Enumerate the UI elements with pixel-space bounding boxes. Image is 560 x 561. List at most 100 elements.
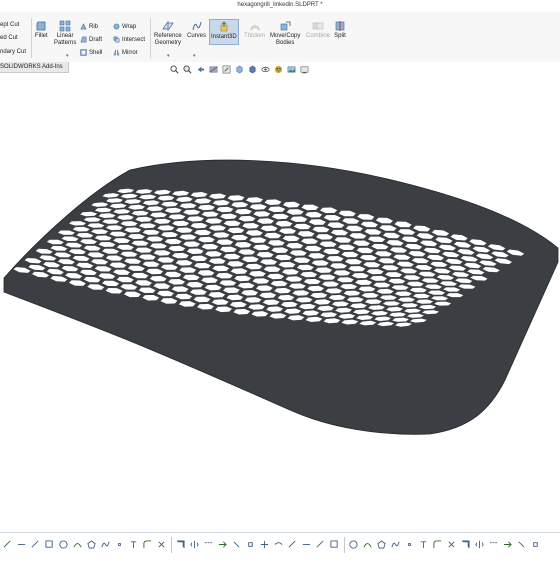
offset-icon[interactable] (176, 540, 185, 549)
shell-button[interactable]: Shell (80, 49, 102, 56)
mirror-entities-icon[interactable] (190, 540, 199, 549)
ribbon-separator (150, 18, 151, 58)
apply-scene-icon[interactable] (287, 65, 296, 74)
construction-line-icon[interactable] (349, 540, 358, 549)
draft-button[interactable]: Draft (80, 36, 102, 43)
split-button[interactable]: Split (334, 20, 346, 40)
linear-pattern-button[interactable]: Linear Patterns (54, 20, 76, 47)
rib-icon (80, 23, 87, 30)
wrap-button[interactable]: Wrap (113, 23, 136, 30)
check-sketch-icon[interactable] (517, 540, 526, 549)
hide-show-icon[interactable] (261, 65, 270, 74)
swept-cut-label: ept Cut (0, 22, 19, 28)
shell-label: Shell (89, 50, 102, 56)
fillet-button[interactable]: Fillet (35, 20, 48, 40)
mirror-button[interactable]: Mirror (113, 49, 138, 56)
point-icon[interactable] (115, 540, 124, 549)
instant3d-button[interactable]: Instant3D (209, 19, 239, 45)
move-copy-bodies-button[interactable]: Move/Copy Bodies (270, 20, 300, 47)
hexagon-grill-part[interactable] (0, 62, 560, 532)
combine-button[interactable]: Combine (306, 20, 330, 40)
window-title: hexagongrill_linkedin.SLDPRT * (0, 2, 560, 8)
curves-button[interactable]: Curves (187, 20, 206, 40)
graphics-area[interactable] (0, 62, 560, 532)
zoom-to-fit-icon[interactable] (170, 65, 179, 74)
display-relations-icon[interactable] (503, 540, 512, 549)
combine-label: Combine (306, 33, 330, 40)
wrap-icon (113, 23, 120, 30)
edit-appearance-icon[interactable] (274, 65, 283, 74)
split-label: Split (334, 33, 346, 40)
3d-sketch-icon[interactable] (531, 540, 540, 549)
move-entities-icon[interactable] (218, 540, 227, 549)
zoom-area-icon[interactable] (183, 65, 192, 74)
thicken-button[interactable]: Thicken (244, 20, 265, 40)
linear-pattern-dropdown-icon[interactable]: ▾ (66, 53, 69, 59)
parabola-icon[interactable] (330, 540, 339, 549)
copy-icon[interactable] (475, 540, 484, 549)
title-bar: hexagongrill_linkedin.SLDPRT * (0, 0, 560, 12)
addins-tab[interactable]: SOLIDWORKS Add-Ins (0, 62, 69, 73)
arc-icon[interactable] (73, 540, 82, 549)
smart-dimension-icon[interactable] (17, 540, 26, 549)
reference-geometry-button[interactable]: Reference Geometry (154, 20, 182, 47)
lofted-cut-label: ed Cut (0, 35, 18, 41)
lofted-cut-button[interactable]: ed Cut (0, 35, 18, 41)
reference-geometry-dropdown-icon[interactable]: ▾ (167, 53, 170, 59)
fillet-sketch-icon[interactable] (143, 540, 152, 549)
view-orientation-icon[interactable] (235, 65, 244, 74)
circle2-icon[interactable] (288, 540, 297, 549)
spline-icon[interactable] (101, 540, 110, 549)
circle-icon[interactable] (59, 540, 68, 549)
sketch-icon[interactable] (3, 540, 12, 549)
mirror-label: Mirror (122, 50, 138, 56)
linear-pattern-icon[interactable] (204, 540, 213, 549)
tangent-arc-icon[interactable] (377, 540, 386, 549)
centerline-icon[interactable] (363, 540, 372, 549)
instant3d-icon (218, 21, 230, 33)
wrap-label: Wrap (122, 24, 136, 30)
intersect-label: Intersect (122, 37, 145, 43)
polygon-icon[interactable] (87, 540, 96, 549)
chamfer-icon[interactable] (405, 540, 414, 549)
combine-icon (312, 20, 324, 32)
move-copy-bodies-icon (279, 20, 291, 32)
curves-dropdown-icon[interactable]: ▾ (193, 53, 196, 59)
dynamic-annotation-icon[interactable] (222, 65, 231, 74)
shell-icon (80, 49, 87, 56)
rapid-sketch-icon[interactable] (274, 540, 283, 549)
boundary-cut-label: ndary Cut (0, 49, 26, 55)
previous-view-icon[interactable] (196, 65, 205, 74)
circular-pattern-icon[interactable] (461, 540, 470, 549)
trim-icon[interactable] (157, 540, 166, 549)
sketch-fillet-icon[interactable] (391, 540, 400, 549)
extend-icon[interactable] (433, 540, 442, 549)
boundary-cut-button[interactable]: ndary Cut (0, 49, 26, 55)
sketch-toolbar (0, 532, 560, 561)
scale-icon[interactable] (489, 540, 498, 549)
convert-entities-icon[interactable] (419, 540, 428, 549)
ellipse-icon[interactable] (316, 540, 325, 549)
view-settings-icon[interactable] (300, 65, 309, 74)
fillet-icon (35, 20, 47, 32)
relations-icon[interactable] (232, 540, 241, 549)
heads-up-view-toolbar (170, 62, 309, 76)
repair-sketch-icon[interactable] (246, 540, 255, 549)
toolbar-separator (171, 537, 172, 553)
swept-cut-button[interactable]: ept Cut (0, 22, 19, 28)
fillet-label: Fillet (35, 33, 48, 40)
split-entities-icon[interactable] (447, 540, 456, 549)
slot-icon[interactable] (302, 540, 311, 549)
quick-snaps-icon[interactable] (260, 540, 269, 549)
text-icon[interactable] (129, 540, 138, 549)
thicken-icon (249, 20, 261, 32)
intersect-button[interactable]: Intersect (113, 36, 145, 43)
reference-geometry-label: Reference Geometry (154, 33, 182, 47)
rectangle-icon[interactable] (45, 540, 54, 549)
rib-button[interactable]: Rib (80, 23, 98, 30)
mirror-icon (113, 49, 120, 56)
section-view-icon[interactable] (209, 65, 218, 74)
display-style-icon[interactable] (248, 65, 257, 74)
line-icon[interactable] (31, 540, 40, 549)
command-manager-ribbon: ept Cut ed Cut ndary Cut Fillet Linear P… (0, 12, 560, 63)
